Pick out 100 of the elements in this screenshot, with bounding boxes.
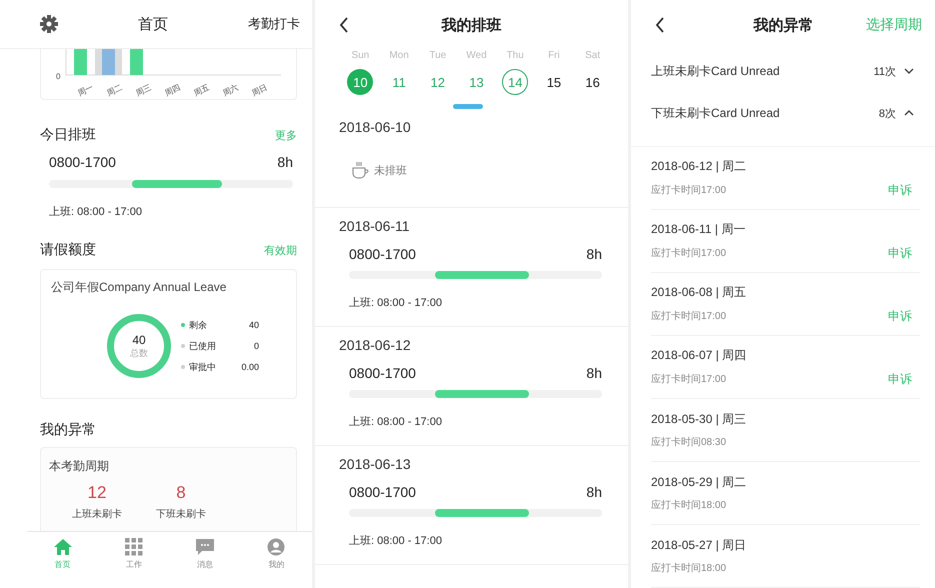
- chevron-icon[interactable]: [904, 68, 914, 74]
- weekday-label: Thu: [506, 50, 525, 61]
- home-icon: [52, 538, 73, 556]
- date-button[interactable]: 11: [386, 69, 412, 95]
- back-icon[interactable]: [339, 17, 349, 33]
- group-label: 上班未刷卡Card Unread: [651, 62, 780, 80]
- axis-tick-label: 0: [56, 72, 60, 81]
- validity-link[interactable]: 有效期: [264, 242, 297, 258]
- page-title: 我的排班: [442, 16, 502, 34]
- shift-time: 0800-1700: [349, 246, 416, 262]
- axis-day-label: 周四: [163, 82, 182, 98]
- chart-bar: [74, 49, 87, 75]
- record-date: 2018-06-12 | 周二: [651, 158, 748, 174]
- tab[interactable]: 我的: [240, 532, 312, 588]
- chat-icon: [195, 538, 216, 556]
- axis-day-label: 周五: [192, 82, 211, 98]
- page-title: 首页: [138, 14, 168, 34]
- record-date: 2018-05-30 | 周三: [651, 411, 748, 428]
- group-count: 8次: [878, 106, 896, 120]
- expected-time: 应打卡时间17:00: [651, 246, 726, 260]
- clock-in-link[interactable]: 考勤打卡: [248, 15, 300, 33]
- legend-value: 0: [252, 341, 259, 351]
- record-date: 2018-06-07 | 周四: [651, 346, 748, 364]
- back-icon[interactable]: [655, 17, 665, 33]
- chart-bar: [102, 49, 115, 75]
- section-title: 请假额度: [40, 241, 96, 259]
- leave-type: 公司年假Company Annual Leave: [51, 279, 228, 296]
- axis-day-label: 周六: [221, 82, 240, 98]
- axis-day-label: 周三: [134, 82, 153, 98]
- shift-hours: 8h: [277, 154, 293, 170]
- weekday-label: Fri: [547, 50, 561, 61]
- page-title: 我的异常: [754, 16, 814, 34]
- expected-time: 应打卡时间17:00: [651, 310, 726, 323]
- weekday-label: Sun: [350, 50, 370, 61]
- shift-detail: 上班: 08:00 - 17:00: [349, 296, 443, 311]
- axis-day-label: 周日: [250, 82, 269, 98]
- date-button[interactable]: 15: [540, 69, 567, 95]
- chart-bar: [130, 49, 143, 75]
- legend-value: 40: [248, 320, 259, 330]
- coffee-cup-icon: [351, 161, 371, 179]
- legend-label: 审批中: [189, 360, 217, 374]
- axis-day-label: 周一: [76, 82, 95, 98]
- stat-value: 12: [88, 483, 106, 503]
- stat-label: 上班未刷卡: [72, 508, 122, 521]
- weekday-label: Mon: [388, 50, 410, 61]
- shift-hours: 8h: [586, 365, 602, 381]
- expected-time: 应打卡时间18:00: [651, 562, 726, 575]
- select-period-link[interactable]: 选择周期: [866, 16, 922, 34]
- shift-detail: 上班: 08:00 - 17:00: [49, 205, 143, 219]
- date-button[interactable]: 12: [424, 69, 451, 95]
- group-count: 11次: [874, 64, 896, 78]
- tab[interactable]: 工作: [98, 532, 170, 588]
- shift-time: 0800-1700: [349, 365, 416, 381]
- appeal-link[interactable]: 申诉: [888, 308, 912, 324]
- date-button[interactable]: 16: [580, 69, 606, 95]
- shift-detail: 上班: 08:00 - 17:00: [349, 534, 443, 549]
- date-button[interactable]: 10: [347, 69, 374, 95]
- stat-label: 下班未刷卡: [156, 508, 206, 521]
- section-title: 今日排班: [40, 126, 96, 144]
- shift-detail: 上班: 08:00 - 17:00: [349, 415, 443, 430]
- record-date: 2018-05-29 | 周二: [651, 474, 748, 491]
- stat-value: 8: [176, 483, 186, 503]
- total-label: 总数: [130, 346, 148, 360]
- shift-time: 0800-1700: [349, 484, 416, 500]
- grid-icon: [124, 538, 143, 556]
- settings-icon[interactable]: [40, 15, 58, 33]
- appeal-link[interactable]: 申诉: [888, 182, 912, 198]
- period-title: 本考勤周期: [49, 458, 110, 475]
- shift-hours: 8h: [586, 484, 602, 500]
- section-title: 我的异常: [40, 421, 96, 439]
- record-date: 2018-06-08 | 周五: [651, 284, 748, 300]
- schedule-date: 2018-06-11: [339, 218, 411, 234]
- date-button[interactable]: 13: [463, 69, 490, 95]
- expected-time: 应打卡时间18:00: [651, 498, 726, 512]
- schedule-date: 2018-06-10: [339, 119, 412, 135]
- legend-label: 已使用: [189, 340, 217, 352]
- schedule-date: 2018-06-13: [339, 456, 412, 472]
- schedule-date: 2018-06-12: [339, 337, 412, 353]
- expected-time: 应打卡时间17:00: [651, 184, 726, 197]
- appeal-link[interactable]: 申诉: [888, 370, 912, 388]
- tab[interactable]: 消息: [170, 532, 241, 588]
- appeal-link[interactable]: 申诉: [888, 244, 912, 262]
- legend-label: 剩余: [189, 318, 208, 332]
- tab[interactable]: 首页: [27, 532, 98, 588]
- group-label: 下班未刷卡Card Unread: [651, 104, 780, 122]
- record-date: 2018-05-27 | 周日: [651, 537, 748, 554]
- shift-time: 0800-1700: [49, 154, 116, 170]
- record-date: 2018-06-11 | 周一: [651, 220, 746, 238]
- axis-day-label: 周二: [105, 82, 124, 98]
- week-indicator: [452, 104, 482, 109]
- legend-value: 0.00: [240, 362, 259, 372]
- unscheduled-label: 未排班: [374, 164, 407, 178]
- shift-hours: 8h: [586, 246, 602, 262]
- weekday-label: Sat: [584, 50, 602, 61]
- user-icon: [267, 538, 286, 556]
- more-link[interactable]: 更多: [275, 128, 297, 142]
- date-button[interactable]: 14: [502, 69, 528, 95]
- weekday-label: Wed: [465, 50, 488, 61]
- expected-time: 应打卡时间17:00: [651, 372, 726, 386]
- chevron-icon[interactable]: [904, 110, 914, 116]
